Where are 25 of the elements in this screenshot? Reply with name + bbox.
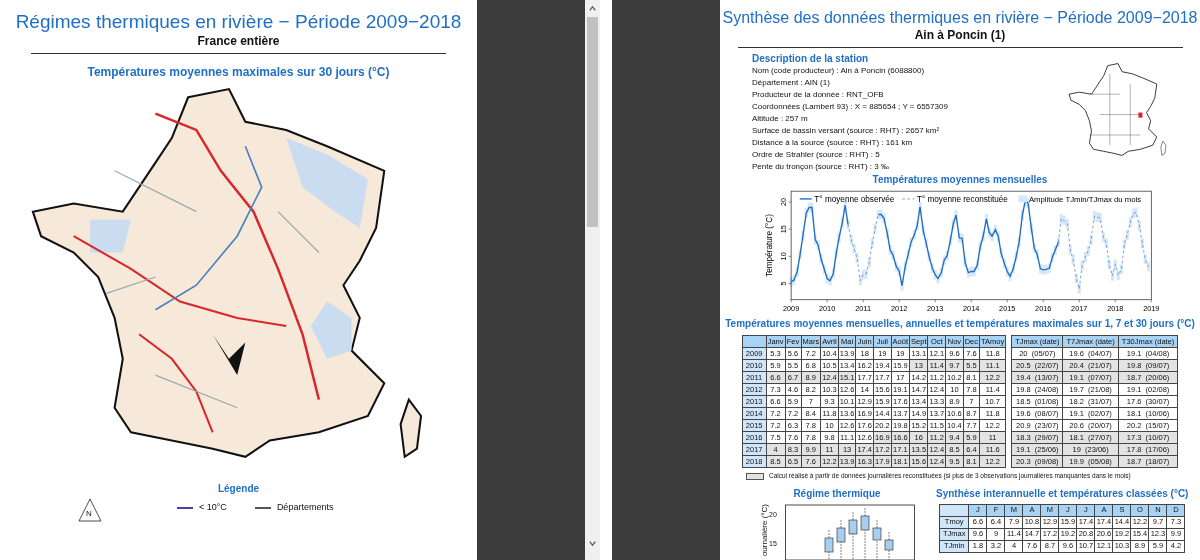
legend-label: Amplitude TJmin/TJmax du mois bbox=[1028, 194, 1142, 204]
section-title: Description de la station bbox=[752, 52, 870, 65]
station-detail: Altitude : 257 m bbox=[752, 113, 809, 125]
axis-title: ournalière (°C) bbox=[759, 504, 769, 557]
page-subtitle: France entière bbox=[197, 34, 280, 48]
station-detail: Surface de bassin versant (source : RHT) : 2657 km² bbox=[752, 125, 941, 137]
station-detail: Département : AIN (1) bbox=[752, 77, 831, 89]
page-title: Régimes thermiques en rivière − Période 2009−2018 bbox=[15, 10, 462, 34]
section-title: Synthèse interannuelle et températures classées (°C) bbox=[936, 487, 1189, 500]
station-detail: Nom (code producteur) : Ain à Poncin (6088800) bbox=[752, 65, 926, 77]
legend-label: Départements bbox=[276, 501, 334, 514]
station-detail: Coordonnées (Lambert 93) : X = 885654 ; Y = 6557309 bbox=[752, 101, 949, 113]
section-title: Températures moyennes maximales sur 30 jours (°C) bbox=[87, 64, 390, 81]
north-label: N bbox=[86, 509, 92, 518]
station-detail: Distance à la source (source : RHT) : 161 km bbox=[752, 137, 914, 149]
section-title: Températures moyennes mensuelles bbox=[872, 173, 1048, 186]
section-title: Régime thermique bbox=[793, 487, 881, 500]
station-detail: Producteur de la donnée : RNT_OFB bbox=[752, 89, 885, 101]
station-detail: Ordre de Strahler (source : RHT) : 5 bbox=[752, 149, 881, 161]
section-title: Températures moyennes mensuelles, annuelles et températures maximales sur 1, 7 et 30 jours (°C) bbox=[725, 317, 1195, 331]
legend-label: < 10°C bbox=[199, 501, 227, 514]
legend-title: Légende bbox=[217, 482, 260, 496]
station-detail: Pente du tronçon (source : RHT) : 3 ‰ bbox=[752, 161, 890, 173]
page-subtitle: Ain à Poncin (1) bbox=[914, 28, 1006, 42]
page-title: Synthèse des données thermiques en rivière − Période 2009−2018 bbox=[722, 8, 1198, 28]
